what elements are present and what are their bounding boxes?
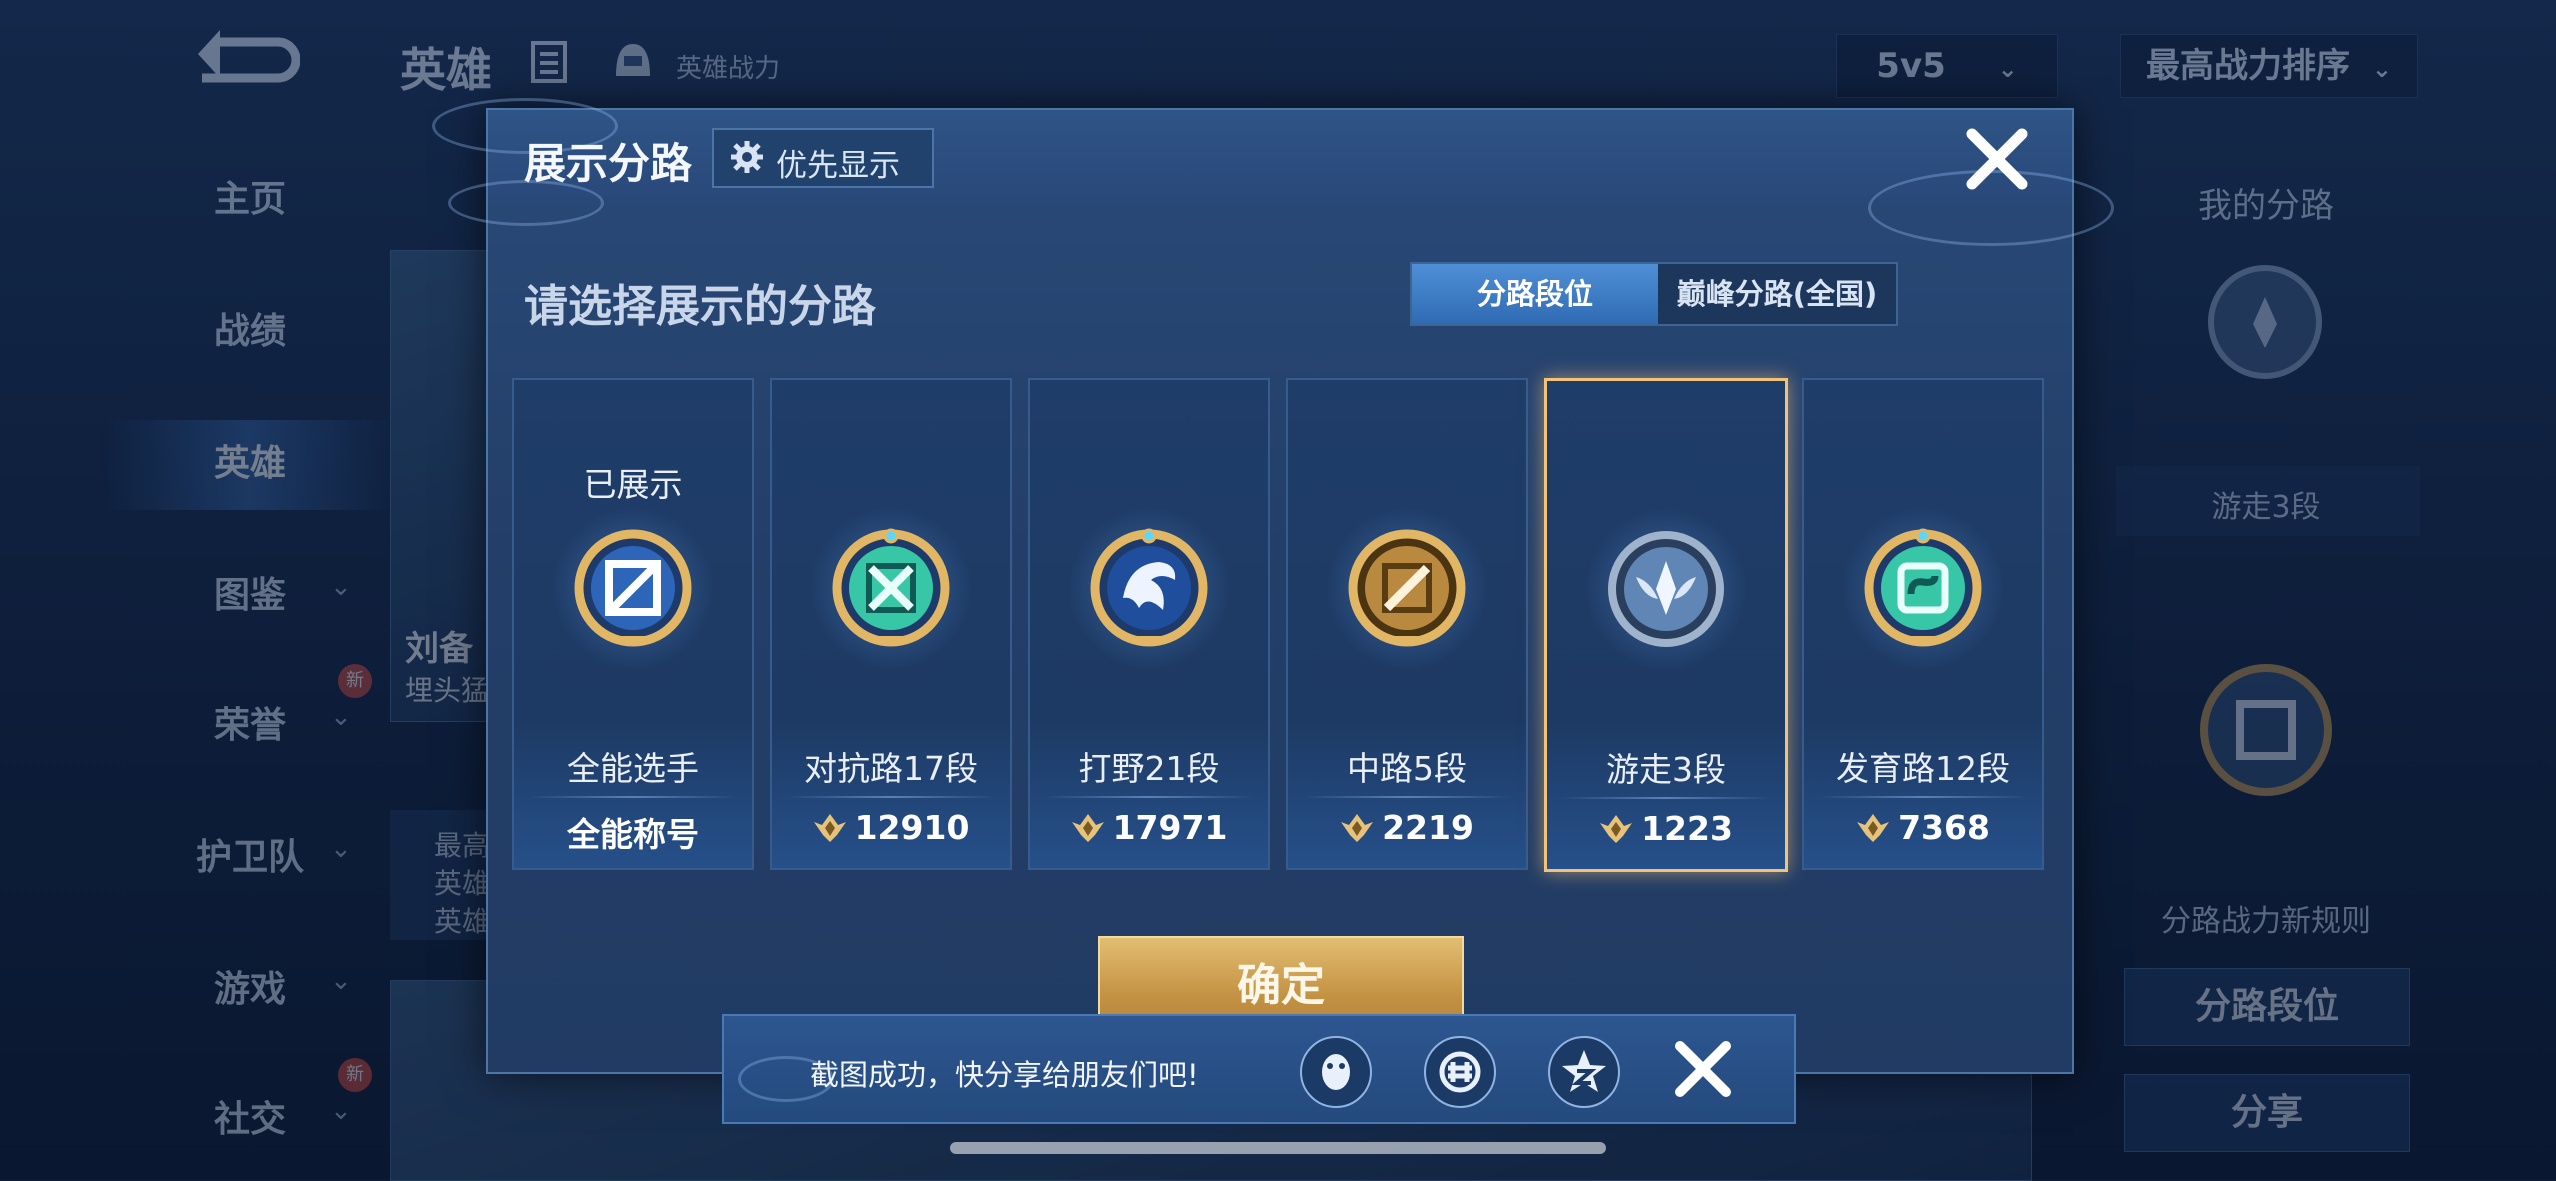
lane-name: 全能选手	[567, 749, 699, 788]
lane-power-number: 2219	[1382, 808, 1474, 847]
helmet-icon	[616, 44, 650, 76]
share-toast-message: 截图成功，快分享给朋友们吧!	[810, 1058, 1199, 1092]
nav-item-honor[interactable]: 荣誉	[160, 696, 340, 748]
power-icon	[1857, 814, 1890, 842]
lane-name: 发育路12段	[1836, 749, 2010, 788]
list-icon[interactable]	[530, 40, 570, 84]
lane-name: 对抗路17段	[804, 749, 978, 788]
divider	[1044, 796, 1254, 798]
power-icon	[1600, 815, 1633, 843]
lane-power-value: 7368	[1804, 808, 2042, 847]
priority-display-button[interactable]: 优先显示	[712, 128, 934, 188]
lane-card-clash[interactable]: 对抗路17段 12910	[770, 378, 1012, 870]
header-subtitle: 英雄战力	[676, 54, 781, 84]
lane-name: 打野21段	[1078, 749, 1220, 788]
new-badge: 新	[338, 664, 372, 698]
chevron-down-icon: ⌄	[330, 834, 352, 864]
jungle-emblem-icon	[1090, 528, 1208, 647]
divider	[528, 796, 738, 798]
farm-lane-emblem-icon	[1864, 528, 1982, 647]
lane-power-value: 2219	[1288, 808, 1526, 847]
sort-dropdown[interactable]: 最高战力排序 ⌄	[2120, 34, 2418, 98]
mode-dropdown[interactable]: 5v5 ⌄	[1836, 34, 2058, 98]
chevron-down-icon: ⌄	[1997, 55, 2018, 83]
divider	[786, 796, 996, 798]
roam-emblem-icon	[2208, 265, 2322, 379]
roam-emblem-icon	[1608, 531, 1724, 647]
power-icon	[813, 814, 846, 842]
chevron-down-icon: ⌄	[330, 702, 352, 732]
priority-display-label: 优先显示	[776, 148, 900, 184]
nav-item-record[interactable]: 战绩	[160, 302, 340, 354]
lane-card-jungle[interactable]: 打野21段 17971	[1028, 378, 1270, 870]
lane-power-number: 7368	[1898, 808, 1990, 847]
share-button[interactable]: 分享	[2124, 1074, 2410, 1152]
lane-tab-group: 分路段位 巅峰分路(全国)	[1410, 262, 1898, 326]
header-title: 英雄	[400, 43, 492, 97]
lane-power-number: 12910	[854, 808, 970, 847]
hero-stat-line: 英雄	[434, 905, 491, 938]
lane-power-value: 12910	[772, 808, 1010, 847]
lane-card-mid[interactable]: 中路5段 2219	[1286, 378, 1528, 870]
right-panel-title: 我的分路	[2198, 186, 2334, 226]
divider	[1302, 796, 1512, 798]
hero-card-sub: 埋头猛	[405, 674, 490, 707]
lane-power-value: 1223	[1547, 809, 1785, 848]
chevron-down-icon: ⌄	[2371, 55, 2392, 83]
nav-item-home[interactable]: 主页	[160, 170, 340, 222]
hero-stat-line: 最高	[434, 829, 491, 862]
gear-icon	[731, 141, 763, 173]
hero-stat-line: 英雄	[434, 867, 491, 900]
lane-card-allround[interactable]: 已展示 全能选手 全能称号	[512, 378, 754, 870]
lane-power-number: 17971	[1112, 808, 1228, 847]
nav-item-game[interactable]: 游戏	[160, 960, 340, 1012]
power-icon	[1071, 814, 1104, 842]
tab-lane-rank[interactable]: 分路段位	[1412, 264, 1658, 324]
lane-value-text: 全能称号	[567, 815, 699, 854]
nav-item-atlas[interactable]: 图鉴	[160, 566, 340, 618]
new-badge: 新	[338, 1058, 372, 1092]
lane-rules-link[interactable]: 分路战力新规则	[2116, 896, 2416, 940]
lane-name: 中路5段	[1347, 749, 1467, 788]
back-arrow-icon[interactable]	[190, 30, 300, 90]
lane-power-value: 17971	[1030, 808, 1268, 847]
chevron-down-icon: ⌄	[330, 1096, 352, 1126]
lane-card-roam[interactable]: 游走3段 1223	[1544, 378, 1788, 872]
allround-emblem-icon	[2200, 664, 2332, 796]
lane-power-number: 1223	[1641, 809, 1733, 848]
wechat-moments-icon[interactable]	[1424, 1036, 1496, 1108]
lane-name: 游走3段	[1606, 750, 1726, 789]
nav-item-social[interactable]: 社交	[160, 1090, 340, 1142]
qq-icon[interactable]	[1300, 1036, 1372, 1108]
nav-item-guard[interactable]: 护卫队	[160, 828, 340, 880]
mid-lane-emblem-icon	[1348, 529, 1466, 647]
hero-card-name: 刘备	[405, 629, 473, 669]
displayed-label: 已展示	[583, 465, 683, 504]
dialog-title: 展示分路	[524, 139, 693, 188]
clash-lane-emblem-icon	[832, 528, 950, 647]
share-toast: 截图成功，快分享给朋友们吧!	[722, 1014, 1796, 1124]
dialog-prompt: 请选择展示的分路	[524, 281, 876, 332]
tab-peak-lane[interactable]: 巅峰分路(全国)	[1658, 264, 1896, 324]
divider	[1561, 797, 1771, 799]
chevron-down-icon: ⌄	[330, 572, 352, 602]
lane-card-farm[interactable]: 发育路12段 7368	[1802, 378, 2044, 870]
nav-item-hero[interactable]: 英雄	[160, 434, 340, 486]
chevron-down-icon: ⌄	[330, 966, 352, 996]
lane-value: 全能称号	[514, 808, 752, 856]
close-icon[interactable]	[1962, 124, 2032, 194]
lane-display-dialog: 展示分路 优先显示 请选择展示的分路 分路段位 巅峰分路(全国) 已展示 全能选…	[432, 98, 2114, 1074]
power-icon	[1341, 814, 1374, 842]
divider	[1818, 796, 2028, 798]
right-panel-lane: 游走3段	[2211, 490, 2321, 525]
qzone-icon[interactable]	[1548, 1036, 1620, 1108]
lane-rank-button[interactable]: 分路段位	[2124, 968, 2410, 1046]
allround-emblem-icon	[574, 529, 692, 647]
close-icon[interactable]	[1672, 1038, 1734, 1100]
home-indicator[interactable]	[950, 1142, 1606, 1154]
